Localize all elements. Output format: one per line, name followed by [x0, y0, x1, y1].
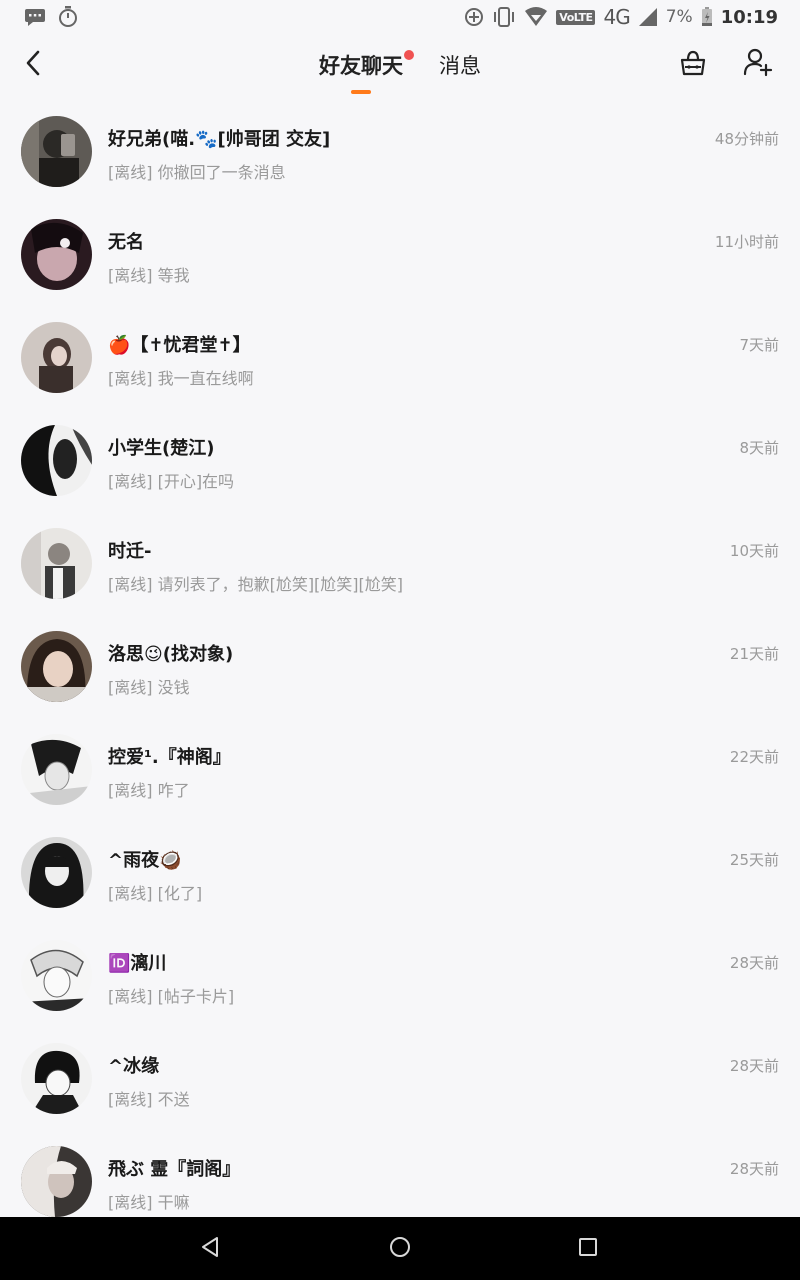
active-tab-indicator: [351, 90, 371, 94]
message-preview: [离线] 干嘛: [108, 1193, 190, 1212]
contact-name: 小学生(楚江): [108, 438, 215, 459]
message-time: 11小时前: [714, 233, 779, 251]
avatar[interactable]: [21, 322, 92, 393]
home-circle-icon: [389, 1236, 411, 1262]
contact-name: 🍎【✝忧君堂✝】: [108, 335, 251, 356]
contact-name: ^冰缘: [108, 1056, 160, 1077]
vibrate-icon: [492, 7, 516, 27]
header: 好友聊天 消息: [0, 34, 800, 96]
contact-name: ^雨夜🥥: [108, 850, 182, 871]
message-preview: [离线] [开心]在吗: [108, 472, 235, 491]
list-item[interactable]: 好兄弟(喵.🐾[帅哥团 交友] [离线] 你撤回了一条消息 48分钟前: [0, 96, 800, 199]
message-time: 25天前: [729, 851, 779, 869]
message-time: 28天前: [729, 954, 779, 972]
timer-icon: [58, 6, 78, 28]
status-bar: VoLTE 4G 7% 10:19: [0, 0, 800, 34]
nav-back-button[interactable]: [196, 1235, 224, 1263]
network-type: 4G: [603, 5, 630, 29]
message-time: 28天前: [729, 1160, 779, 1178]
avatar[interactable]: [21, 631, 92, 702]
contact-name: 无名: [108, 232, 144, 253]
avatar[interactable]: [21, 425, 92, 496]
recents-square-icon: [578, 1237, 598, 1261]
avatar[interactable]: [21, 1146, 92, 1217]
battery-percent: 7%: [665, 7, 693, 27]
contact-name: 控爱¹.『神阁』: [108, 747, 231, 768]
add-user-icon: [743, 47, 773, 81]
message-time: 7天前: [739, 336, 779, 354]
tab-messages[interactable]: 消息: [439, 50, 481, 80]
list-item[interactable]: 无名 [离线] 等我 11小时前: [0, 199, 800, 302]
message-preview: [离线] [帖子卡片]: [108, 987, 235, 1006]
message-icon: [24, 7, 46, 27]
wifi-icon: [524, 7, 548, 27]
basket-button[interactable]: [676, 48, 710, 82]
conversation-list[interactable]: 好兄弟(喵.🐾[帅哥团 交友] [离线] 你撤回了一条消息 48分钟前 无名 […: [0, 96, 800, 1217]
nav-recents-button[interactable]: [574, 1235, 602, 1263]
avatar[interactable]: [21, 116, 92, 187]
avatar[interactable]: [21, 219, 92, 290]
message-preview: [离线] 没钱: [108, 678, 190, 697]
nav-home-button[interactable]: [386, 1235, 414, 1263]
battery-icon: [701, 7, 713, 27]
message-preview: [离线] 请列表了，抱歉[尬笑][尬笑][尬笑]: [108, 575, 404, 594]
list-item[interactable]: 🍎【✝忧君堂✝】 [离线] 我一直在线啊 7天前: [0, 302, 800, 405]
list-item[interactable]: 🆔漓川 [离线] [帖子卡片] 28天前: [0, 920, 800, 1023]
add-friend-button[interactable]: [740, 46, 776, 82]
status-bar-right: VoLTE 4G 7% 10:19: [464, 5, 778, 29]
message-preview: [离线] 我一直在线啊: [108, 369, 254, 388]
message-preview: [离线] 不送: [108, 1090, 190, 1109]
clock: 10:19: [720, 6, 778, 28]
avatar[interactable]: [21, 734, 92, 805]
avatar[interactable]: [21, 528, 92, 599]
contact-name: 洛思😉(找对象): [108, 644, 234, 665]
avatar[interactable]: [21, 1043, 92, 1114]
chevron-left-icon: [25, 50, 41, 80]
message-time: 10天前: [729, 542, 779, 560]
contact-name: 时迁-: [108, 541, 152, 562]
list-item[interactable]: 小学生(楚江) [离线] [开心]在吗 8天前: [0, 405, 800, 508]
list-item[interactable]: 控爱¹.『神阁』 [离线] 咋了 22天前: [0, 714, 800, 817]
system-nav-bar: [0, 1217, 800, 1280]
message-time: 48分钟前: [714, 130, 779, 148]
basket-icon: [679, 49, 707, 81]
list-item[interactable]: 时迁- [离线] 请列表了，抱歉[尬笑][尬笑][尬笑] 10天前: [0, 508, 800, 611]
back-triangle-icon: [200, 1236, 220, 1262]
list-item[interactable]: ^雨夜🥥 [离线] [化了] 25天前: [0, 817, 800, 920]
back-button[interactable]: [18, 48, 48, 82]
contact-name: 好兄弟(喵.🐾[帅哥团 交友]: [108, 129, 331, 150]
message-time: 21天前: [729, 645, 779, 663]
message-preview: [离线] 你撤回了一条消息: [108, 163, 286, 182]
unread-dot: [404, 50, 414, 60]
contact-name: 🆔漓川: [108, 953, 167, 974]
message-preview: [离线] [化了]: [108, 884, 203, 903]
tab-friend-chat[interactable]: 好友聊天: [319, 50, 403, 80]
data-saver-icon: [464, 7, 484, 27]
list-item[interactable]: ^冰缘 [离线] 不送 28天前: [0, 1023, 800, 1126]
list-item[interactable]: 洛思😉(找对象) [离线] 没钱 21天前: [0, 611, 800, 714]
avatar[interactable]: [21, 940, 92, 1011]
message-time: 28天前: [729, 1057, 779, 1075]
message-preview: [离线] 等我: [108, 266, 190, 285]
message-time: 8天前: [739, 439, 779, 457]
contact-name: 飛ぶ 霊『詞阁』: [108, 1159, 241, 1180]
list-item[interactable]: 飛ぶ 霊『詞阁』 [离线] 干嘛 28天前: [0, 1126, 800, 1217]
message-time: 22天前: [729, 748, 779, 766]
avatar[interactable]: [21, 837, 92, 908]
message-preview: [离线] 咋了: [108, 781, 190, 800]
signal-icon: [638, 7, 658, 27]
status-bar-left: [24, 6, 78, 28]
volte-icon: VoLTE: [556, 9, 596, 25]
